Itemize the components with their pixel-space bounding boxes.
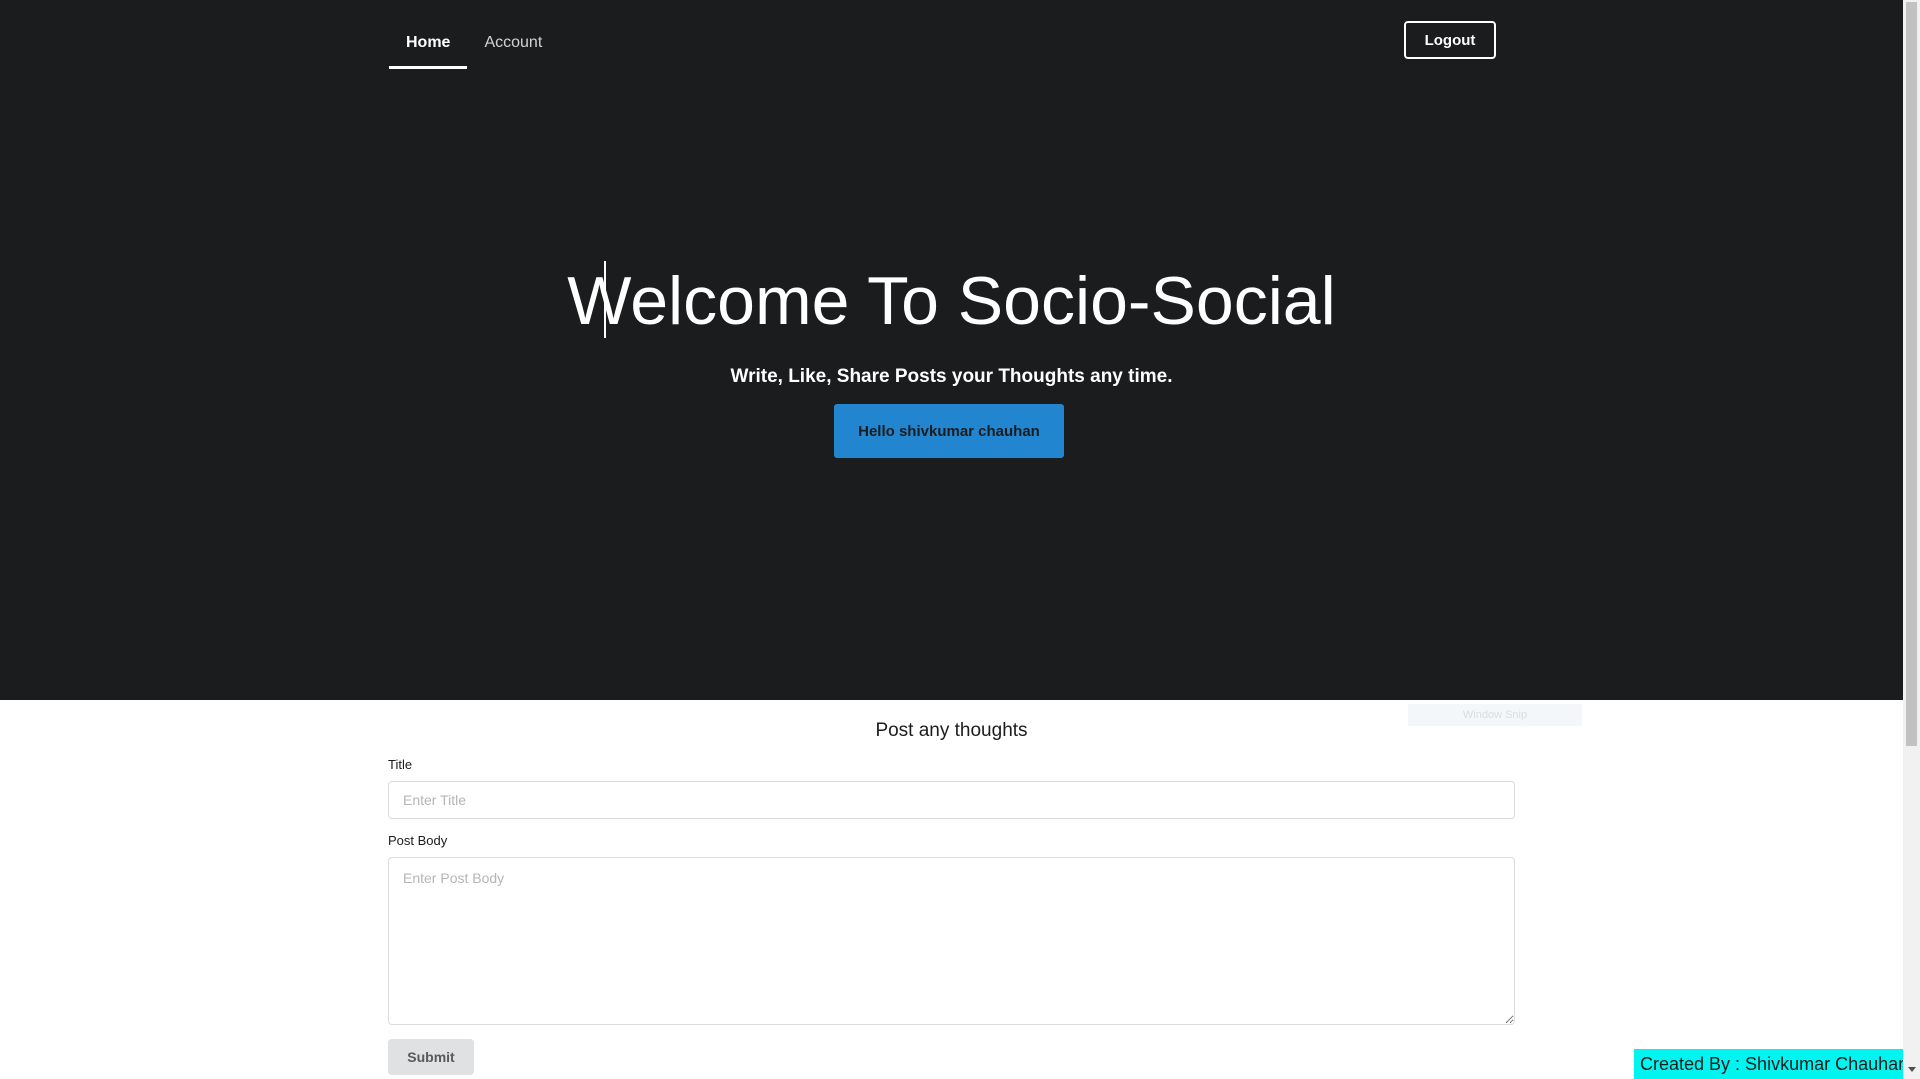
hero-section: [0, 0, 1903, 700]
scrollbar-thumb[interactable]: [1906, 2, 1917, 746]
nav-account[interactable]: Account: [467, 20, 559, 69]
nav-home[interactable]: Home: [389, 20, 468, 69]
hero-tagline: Write, Like, Share Posts your Thoughts a…: [730, 366, 1173, 387]
form-heading: Post any thoughts: [875, 720, 1028, 741]
scroll-down-arrow-icon[interactable]: [1906, 1064, 1917, 1076]
submit-button[interactable]: Submit: [388, 1039, 474, 1075]
post-body-label: Post Body: [388, 833, 448, 848]
page-title: Welcome To Socio-Social: [567, 263, 1336, 339]
greeting-button[interactable]: Hello shivkumar chauhan: [834, 404, 1064, 458]
logout-button[interactable]: Logout: [1404, 21, 1496, 59]
post-body-textarea[interactable]: [388, 857, 1515, 1025]
title-label: Title: [388, 757, 413, 772]
credit-badge: Created By : Shivkumar Chauhan: [1634, 1049, 1908, 1079]
top-nav: Home Account: [389, 20, 559, 69]
title-input[interactable]: [388, 781, 1515, 819]
